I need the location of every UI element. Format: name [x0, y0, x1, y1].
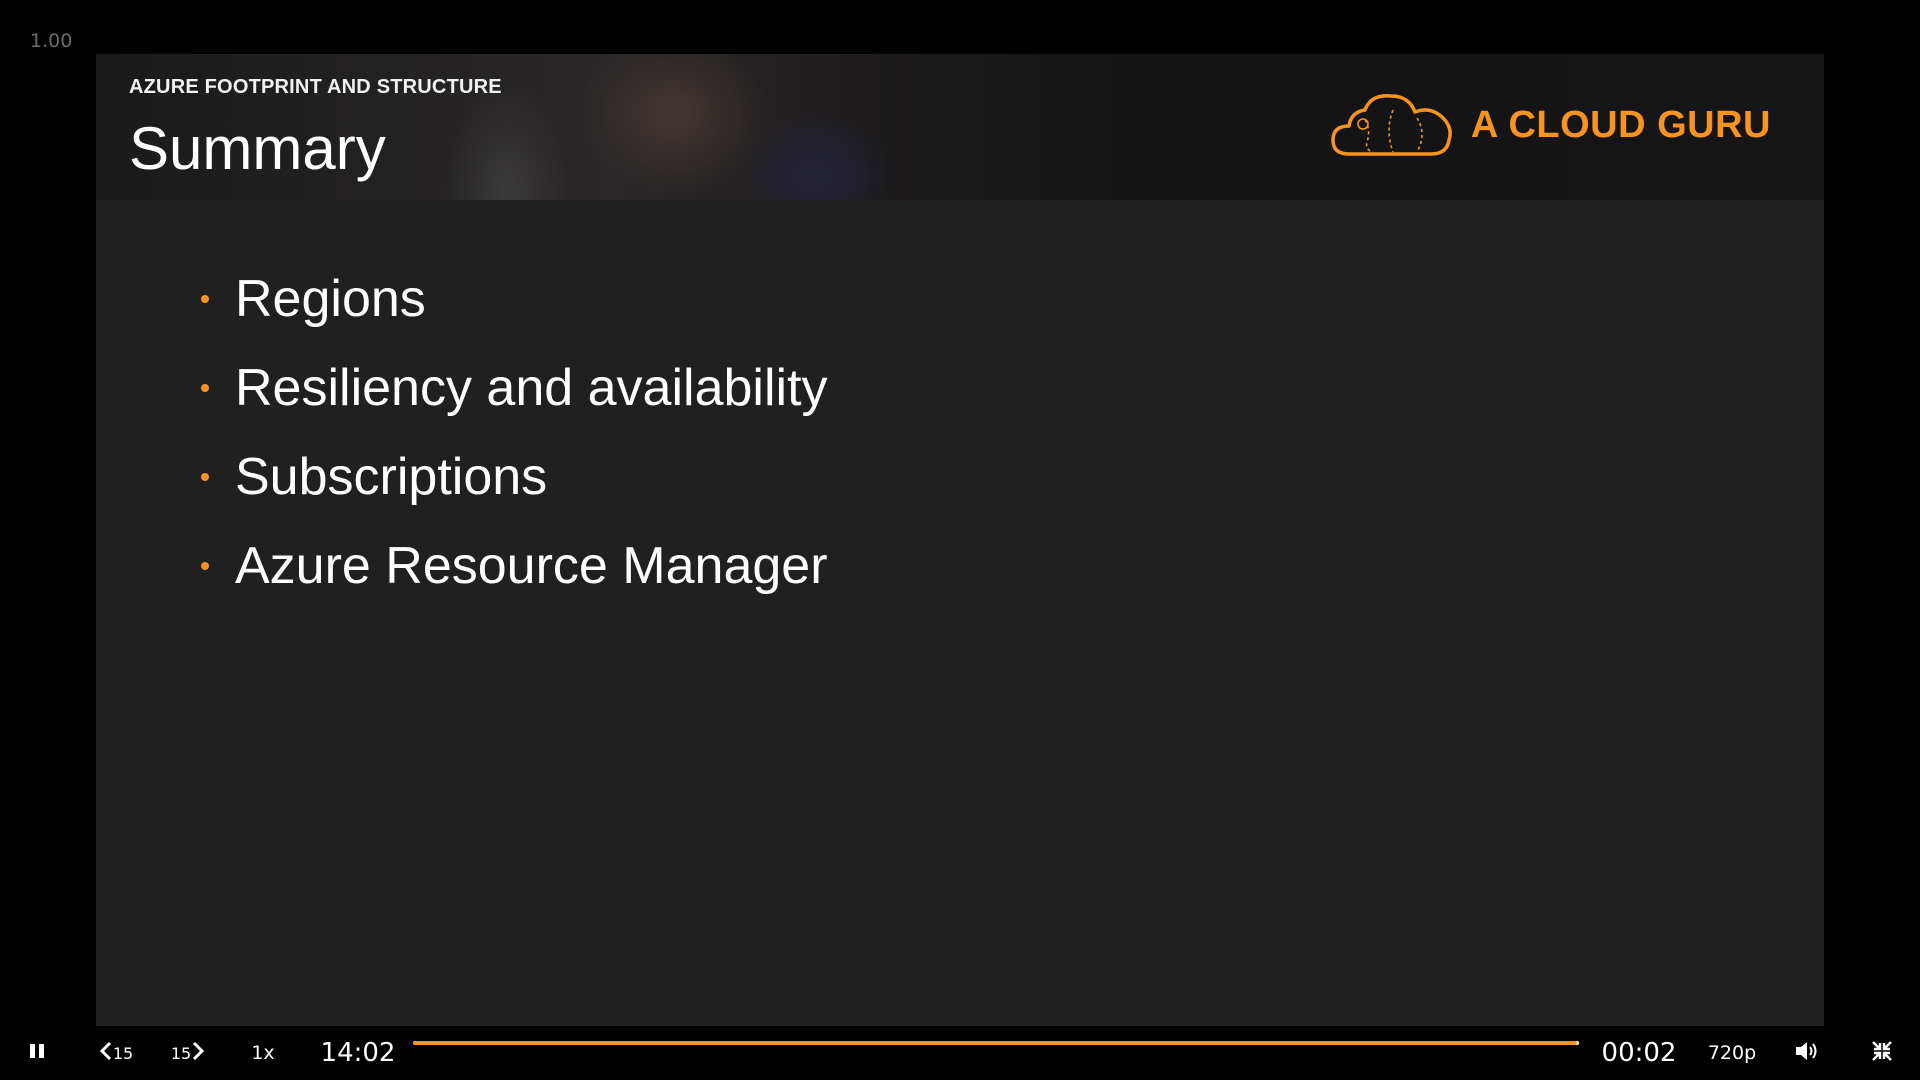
list-item-text: Regions	[235, 269, 426, 328]
list-item: Subscriptions	[201, 432, 828, 521]
volume-icon	[1794, 1040, 1820, 1067]
brand: A CLOUD GURU	[1331, 90, 1771, 160]
remaining-time: 00:02	[1600, 1026, 1678, 1080]
bullet-dot-icon	[201, 294, 209, 303]
rewind-label: 15	[112, 1043, 134, 1063]
elapsed-time: 14:02	[320, 1026, 396, 1080]
speed-readout: 1.00	[30, 30, 73, 52]
progress-bar[interactable]	[413, 1041, 1579, 1045]
slide-kicker: AZURE FOOTPRINT AND STRUCTURE	[129, 76, 502, 98]
elapsed-time-text: 14:02	[320, 1038, 396, 1068]
video-player: 1.00 AZURE FOOTPRINT AND STRUCTURE Summa…	[0, 0, 1920, 1080]
bullet-dot-icon	[201, 561, 209, 570]
list-item-text: Resiliency and availability	[235, 358, 828, 417]
progress-fill	[413, 1041, 1577, 1045]
brand-name: A CLOUD GURU	[1470, 103, 1771, 146]
cloud-logo-icon	[1331, 90, 1455, 160]
rewind-15-button[interactable]: 15	[94, 1026, 138, 1080]
playback-speed-button[interactable]: 1x	[246, 1026, 280, 1080]
chevron-left-icon	[99, 1041, 113, 1066]
list-item-text: Subscriptions	[235, 447, 548, 506]
list-item: Resiliency and availability	[201, 343, 828, 432]
remaining-time-text: 00:02	[1601, 1038, 1677, 1068]
bullet-dot-icon	[201, 383, 209, 392]
slide-header: AZURE FOOTPRINT AND STRUCTURE Summary A …	[96, 54, 1824, 200]
video-frame[interactable]: AZURE FOOTPRINT AND STRUCTURE Summary A …	[96, 54, 1824, 1026]
exit-fullscreen-icon	[1871, 1040, 1893, 1067]
list-item: Azure Resource Manager	[201, 521, 828, 610]
list-item: Regions	[201, 254, 828, 343]
player-controls: 15 15 1x 14:02 00:02 720p	[0, 1026, 1920, 1080]
quality-label: 720p	[1707, 1042, 1757, 1064]
summary-list: Regions Resiliency and availability Subs…	[201, 254, 828, 610]
pause-button[interactable]	[20, 1026, 54, 1080]
forward-15-button[interactable]: 15	[166, 1026, 210, 1080]
pause-icon	[29, 1043, 45, 1064]
playback-speed-label: 1x	[251, 1042, 275, 1064]
exit-fullscreen-button[interactable]	[1864, 1026, 1900, 1080]
quality-button[interactable]: 720p	[1702, 1026, 1762, 1080]
chevron-right-icon	[191, 1041, 205, 1066]
volume-button[interactable]	[1790, 1026, 1824, 1080]
list-item-text: Azure Resource Manager	[235, 536, 828, 595]
slide-title: Summary	[129, 115, 386, 182]
bullet-dot-icon	[201, 472, 209, 481]
forward-label: 15	[170, 1043, 192, 1063]
